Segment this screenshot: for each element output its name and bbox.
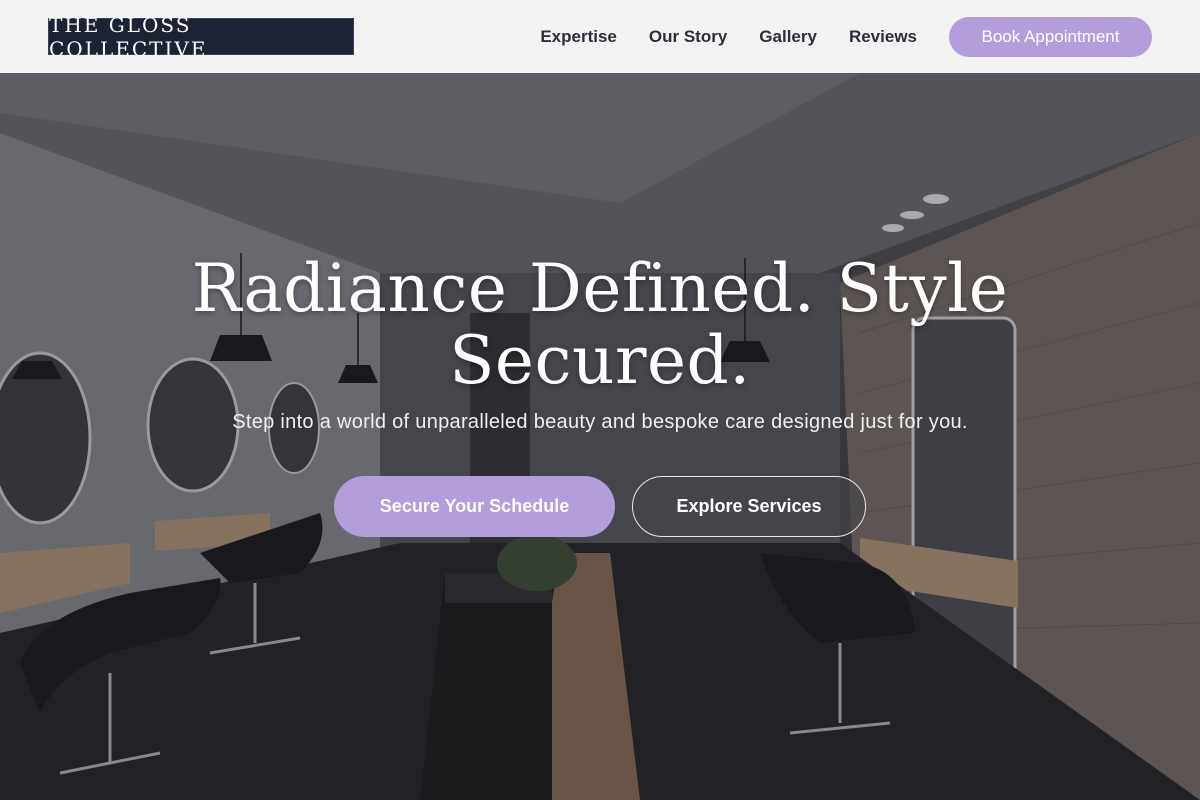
secure-schedule-button[interactable]: Secure Your Schedule <box>334 476 615 537</box>
nav-link-our-story[interactable]: Our Story <box>649 27 727 47</box>
site-header: THE GLOSS COLLECTIVE Expertise Our Story… <box>0 0 1200 73</box>
nav-link-expertise[interactable]: Expertise <box>540 27 617 47</box>
hero-subtitle: Step into a world of unparalleled beauty… <box>232 411 968 433</box>
book-appointment-button[interactable]: Book Appointment <box>949 16 1152 57</box>
hero-actions: Secure Your Schedule Explore Services <box>0 476 1200 537</box>
nav-link-gallery[interactable]: Gallery <box>759 27 817 47</box>
hero-title: Radiance Defined. Style Secured. <box>191 250 1009 399</box>
hero-section: Radiance Defined. Style Secured. Step in… <box>0 73 1200 800</box>
explore-services-button[interactable]: Explore Services <box>632 476 866 537</box>
nav-link-reviews[interactable]: Reviews <box>849 27 917 47</box>
main-nav: Expertise Our Story Gallery Reviews Book… <box>540 16 1152 57</box>
brand-logo[interactable]: THE GLOSS COLLECTIVE <box>48 13 354 61</box>
hero-content: Radiance Defined. Style Secured. Step in… <box>0 253 1200 537</box>
